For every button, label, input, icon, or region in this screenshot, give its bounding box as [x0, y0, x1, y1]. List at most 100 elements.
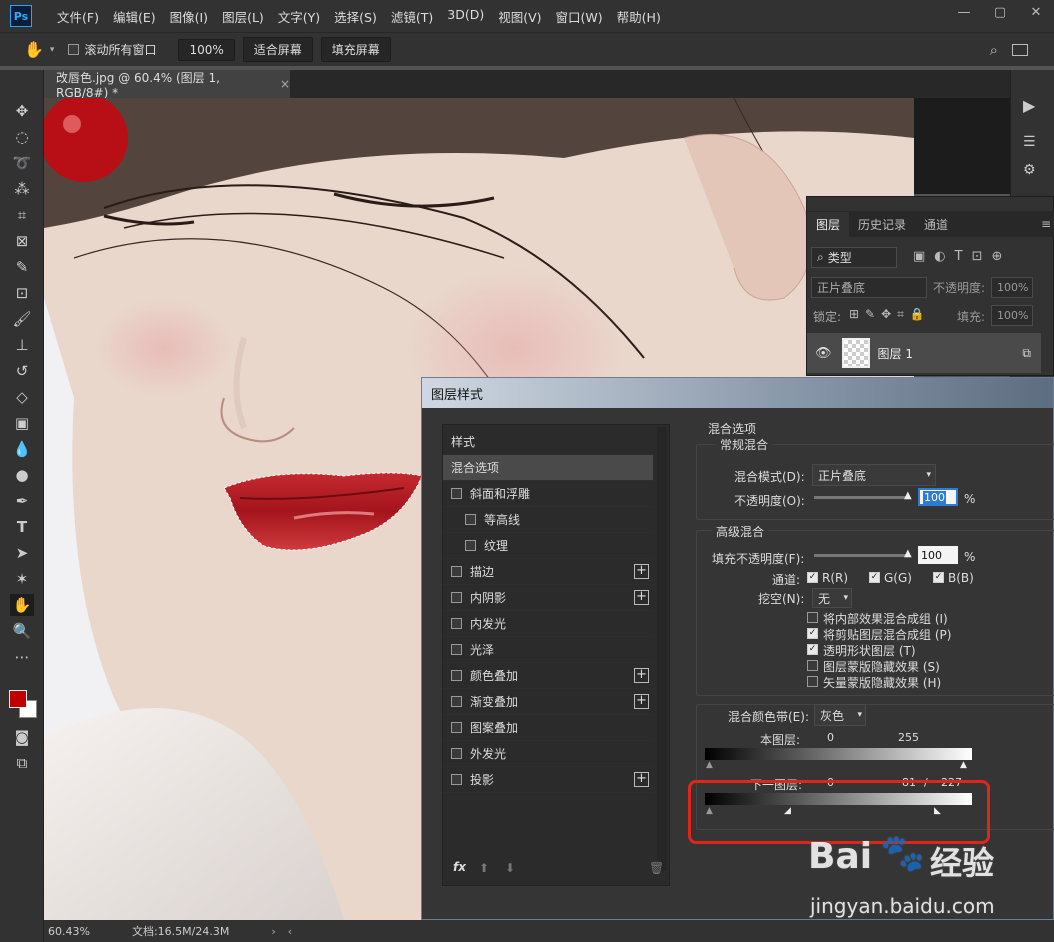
advanced-option-checkbox[interactable] — [807, 660, 818, 671]
menu-item-7[interactable]: 3D(D) — [440, 7, 491, 26]
add-style-button[interactable]: + — [634, 668, 649, 683]
style-item[interactable]: 斜面和浮雕 — [443, 481, 653, 507]
menu-item-8[interactable]: 视图(V) — [491, 7, 548, 26]
hand-tool-icon[interactable]: ✋ — [24, 40, 44, 59]
move-tool-icon[interactable]: ✥ — [10, 100, 34, 122]
lock-icons[interactable]: ⊞✎✥⌗🔒 — [849, 307, 931, 322]
scroll-left-icon[interactable]: ‹ — [288, 925, 292, 938]
style-item[interactable]: 光泽 — [443, 637, 653, 663]
layer-filter-select[interactable]: ⌕ 类型 — [811, 247, 897, 268]
status-arrow-icon[interactable]: › — [271, 925, 275, 938]
fill-opacity-field[interactable]: 100 — [918, 546, 958, 564]
fill-screen-button[interactable]: 填充屏幕 — [320, 37, 391, 62]
channel-g-checkbox[interactable]: ✓ — [869, 572, 880, 583]
style-checkbox[interactable] — [465, 514, 476, 525]
style-checkbox[interactable] — [451, 644, 462, 655]
menu-item-3[interactable]: 图层(L) — [215, 7, 271, 26]
panel-menu-icon[interactable]: ≡ — [1041, 217, 1051, 231]
minimize-button[interactable]: — — [946, 0, 982, 24]
menu-item-10[interactable]: 帮助(H) — [610, 7, 668, 26]
advanced-option-checkbox[interactable] — [807, 676, 818, 687]
style-item[interactable]: 描边 + — [443, 559, 653, 585]
quick-mask-icon[interactable]: ◙ — [10, 726, 34, 748]
close-window-button[interactable]: ✕ — [1018, 0, 1054, 24]
style-checkbox[interactable] — [451, 696, 462, 707]
filter-icons[interactable]: ▣◐T⊡⊕ — [913, 249, 1011, 264]
style-checkbox[interactable] — [451, 670, 462, 681]
screen-mode-icon[interactable]: ⧉ — [10, 752, 34, 774]
fx-button[interactable]: fx — [453, 860, 466, 874]
opacity-field[interactable]: 100 — [918, 488, 958, 506]
blur-tool-icon[interactable]: 💧 — [10, 438, 34, 460]
type-tool-icon[interactable]: T — [10, 516, 34, 538]
style-item[interactable]: 投影 + — [443, 767, 653, 793]
style-checkbox[interactable] — [451, 566, 462, 577]
dialog-title-bar[interactable]: 图层样式 — [422, 378, 1053, 408]
scroll-all-checkbox[interactable] — [68, 44, 80, 55]
style-checkbox[interactable] — [451, 592, 462, 603]
menu-item-1[interactable]: 编辑(E) — [106, 7, 163, 26]
style-checkbox[interactable] — [465, 540, 476, 551]
eraser-tool-icon[interactable]: ◇ — [10, 386, 34, 408]
move-down-icon[interactable]: ⬇ — [505, 861, 515, 875]
search-icon[interactable]: ⌕ — [990, 41, 998, 59]
blend-mode-select[interactable]: 正片叠底 ▾ — [812, 464, 936, 486]
style-list-scrollbar[interactable] — [657, 427, 667, 871]
menu-item-0[interactable]: 文件(F) — [50, 7, 106, 26]
move-up-icon[interactable]: ⬆ — [479, 861, 489, 875]
channel-b-checkbox[interactable]: ✓ — [933, 572, 944, 583]
style-checkbox[interactable] — [451, 488, 462, 499]
layer-opacity-field[interactable]: 100% — [991, 277, 1033, 298]
add-style-button[interactable]: + — [634, 590, 649, 605]
layer-blend-mode-select[interactable]: 正片叠底 — [811, 277, 927, 298]
quick-select-tool-icon[interactable]: ⁂ — [10, 178, 34, 200]
gradient-tool-icon[interactable]: ▣ — [10, 412, 34, 434]
style-item[interactable]: 纹理 — [443, 533, 653, 559]
style-checkbox[interactable] — [451, 748, 462, 759]
this-layer-white-thumb[interactable]: ▲ — [960, 760, 967, 770]
style-item[interactable]: 图案叠加 — [443, 715, 653, 741]
this-layer-black-thumb[interactable]: ▲ — [706, 760, 713, 770]
advanced-option-checkbox[interactable] — [807, 612, 818, 623]
style-item[interactable]: 颜色叠加 + — [443, 663, 653, 689]
shape-tool-icon[interactable]: ✶ — [10, 568, 34, 590]
healing-brush-icon[interactable]: ⊡ — [10, 282, 34, 304]
brush-tool-icon[interactable]: 🖌 — [10, 308, 34, 330]
add-style-button[interactable]: + — [634, 772, 649, 787]
tab-history[interactable]: 历史记录 — [849, 212, 915, 237]
fill-opacity-slider[interactable] — [814, 554, 910, 557]
brush-settings-icon[interactable]: ☰ — [1023, 134, 1036, 150]
eyedropper-tool-icon[interactable]: ✎ — [10, 256, 34, 278]
lasso-tool-icon[interactable]: ➰ — [10, 152, 34, 174]
tab-channels[interactable]: 通道 — [915, 212, 957, 237]
menu-item-9[interactable]: 窗口(W) — [549, 7, 610, 26]
trash-icon[interactable]: 🗑 — [649, 861, 664, 875]
menu-item-4[interactable]: 文字(Y) — [271, 7, 327, 26]
opacity-slider-thumb[interactable]: ▲ — [904, 490, 912, 501]
adjust-icon[interactable]: ⚙ — [1023, 162, 1036, 178]
style-item[interactable]: 渐变叠加 + — [443, 689, 653, 715]
history-brush-icon[interactable]: ↺ — [10, 360, 34, 382]
style-checkbox[interactable] — [451, 774, 462, 785]
fit-screen-button[interactable]: 适合屏幕 — [242, 37, 313, 62]
menu-item-2[interactable]: 图像(I) — [163, 7, 215, 26]
more-tools-icon[interactable]: ⋯ — [10, 646, 34, 668]
style-item[interactable]: 等高线 — [443, 507, 653, 533]
style-checkbox[interactable] — [451, 722, 462, 733]
document-tab[interactable]: 改唇色.jpg @ 60.4% (图层 1, RGB/8#) * × — [44, 70, 290, 100]
advanced-option-checkbox[interactable]: ✓ — [807, 628, 818, 639]
workspace-icon[interactable] — [1012, 43, 1028, 56]
stamp-tool-icon[interactable]: ⊥ — [10, 334, 34, 356]
close-tab-icon[interactable]: × — [280, 77, 290, 91]
dodge-tool-icon[interactable]: ● — [10, 464, 34, 486]
zoom-100-button[interactable]: 100% — [178, 38, 235, 61]
fill-opacity-slider-thumb[interactable]: ▲ — [904, 548, 912, 559]
channel-r-checkbox[interactable]: ✓ — [807, 572, 818, 583]
style-item[interactable]: 样式 — [443, 429, 653, 455]
play-icon[interactable]: ▶ — [1023, 96, 1035, 115]
hand-tool-active-icon[interactable]: ✋ — [10, 594, 34, 616]
advanced-option-checkbox[interactable]: ✓ — [807, 644, 818, 655]
menu-item-6[interactable]: 滤镜(T) — [384, 7, 440, 26]
zoom-tool-icon[interactable]: 🔍 — [10, 620, 34, 642]
menu-item-5[interactable]: 选择(S) — [327, 7, 384, 26]
